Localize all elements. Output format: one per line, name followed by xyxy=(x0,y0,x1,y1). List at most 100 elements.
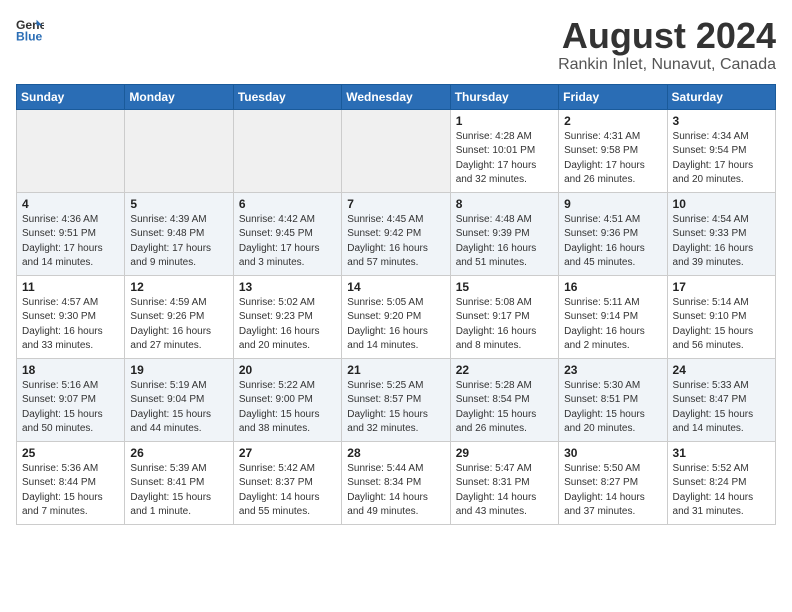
day-number: 16 xyxy=(564,280,661,294)
day-info: Sunrise: 4:31 AM Sunset: 9:58 PM Dayligh… xyxy=(564,130,661,188)
day-number: 10 xyxy=(673,197,770,211)
calendar-cell: 7 Sunrise: 4:45 AM Sunset: 9:42 PM Daylig… xyxy=(342,192,450,275)
day-info: Sunrise: 4:57 AM Sunset: 9:30 PM Dayligh… xyxy=(22,296,119,354)
day-info: Sunrise: 5:39 AM Sunset: 8:41 PM Dayligh… xyxy=(130,462,227,520)
day-info: Sunrise: 4:42 AM Sunset: 9:45 PM Dayligh… xyxy=(239,213,336,271)
calendar-cell: 10 Sunrise: 4:54 AM Sunset: 9:33 PM Dayli… xyxy=(667,192,775,275)
calendar-cell: 20Sunrise: 5:22 AM Sunset: 9:00 PM Dayli… xyxy=(233,358,341,441)
calendar-cell: 15 Sunrise: 5:08 AM Sunset: 9:17 PM Dayli… xyxy=(450,275,558,358)
weekday-header-wednesday: Wednesday xyxy=(342,84,450,109)
title-block: August 2024 Rankin Inlet, Nunavut, Canad… xyxy=(558,16,776,74)
calendar-cell: 4Sunrise: 4:36 AM Sunset: 9:51 PM Daylig… xyxy=(17,192,125,275)
day-number: 29 xyxy=(456,446,553,460)
day-number: 17 xyxy=(673,280,770,294)
day-info: Sunrise: 5:42 AM Sunset: 8:37 PM Dayligh… xyxy=(239,462,336,520)
day-number: 6 xyxy=(239,197,336,211)
month-title: August 2024 xyxy=(558,16,776,56)
day-info: Sunrise: 5:22 AM Sunset: 9:00 PM Dayligh… xyxy=(239,379,336,437)
day-number: 1 xyxy=(456,114,553,128)
calendar-cell: 9Sunrise: 4:51 AM Sunset: 9:36 PM Daylig… xyxy=(559,192,667,275)
day-info: Sunrise: 5:25 AM Sunset: 8:57 PM Dayligh… xyxy=(347,379,444,437)
calendar-cell: 11Sunrise: 4:57 AM Sunset: 9:30 PM Dayli… xyxy=(17,275,125,358)
day-info: Sunrise: 4:54 AM Sunset: 9:33 PM Dayligh… xyxy=(673,213,770,271)
day-info: Sunrise: 4:48 AM Sunset: 9:39 PM Dayligh… xyxy=(456,213,553,271)
day-number: 3 xyxy=(673,114,770,128)
calendar-cell: 26 Sunrise: 5:39 AM Sunset: 8:41 PM Dayli… xyxy=(125,441,233,524)
calendar-row-5: 25 Sunrise: 5:36 AM Sunset: 8:44 PM Dayli… xyxy=(17,441,776,524)
day-info: Sunrise: 4:59 AM Sunset: 9:26 PM Dayligh… xyxy=(130,296,227,354)
day-number: 24 xyxy=(673,363,770,377)
day-info: Sunrise: 5:33 AM Sunset: 8:47 PM Dayligh… xyxy=(673,379,770,437)
day-info: Sunrise: 4:51 AM Sunset: 9:36 PM Dayligh… xyxy=(564,213,661,271)
calendar-cell: 16Sunrise: 5:11 AM Sunset: 9:14 PM Dayli… xyxy=(559,275,667,358)
logo: General Blue xyxy=(16,16,44,44)
calendar-cell: 13 Sunrise: 5:02 AM Sunset: 9:23 PM Dayli… xyxy=(233,275,341,358)
calendar-cell: 23Sunrise: 5:30 AM Sunset: 8:51 PM Dayli… xyxy=(559,358,667,441)
calendar-cell: 19 Sunrise: 5:19 AM Sunset: 9:04 PM Dayli… xyxy=(125,358,233,441)
day-info: Sunrise: 5:16 AM Sunset: 9:07 PM Dayligh… xyxy=(22,379,119,437)
calendar-row-1: 1 Sunrise: 4:28 AM Sunset: 10:01 PM Dayli… xyxy=(17,109,776,192)
calendar-cell: 29Sunrise: 5:47 AM Sunset: 8:31 PM Dayli… xyxy=(450,441,558,524)
day-number: 13 xyxy=(239,280,336,294)
day-number: 5 xyxy=(130,197,227,211)
day-info: Sunrise: 5:02 AM Sunset: 9:23 PM Dayligh… xyxy=(239,296,336,354)
weekday-header-friday: Friday xyxy=(559,84,667,109)
calendar-cell: 3 Sunrise: 4:34 AM Sunset: 9:54 PM Daylig… xyxy=(667,109,775,192)
weekday-header-sunday: Sunday xyxy=(17,84,125,109)
day-number: 31 xyxy=(673,446,770,460)
day-info: Sunrise: 5:36 AM Sunset: 8:44 PM Dayligh… xyxy=(22,462,119,520)
calendar-cell: 25 Sunrise: 5:36 AM Sunset: 8:44 PM Dayli… xyxy=(17,441,125,524)
day-info: Sunrise: 5:19 AM Sunset: 9:04 PM Dayligh… xyxy=(130,379,227,437)
calendar-cell: 8Sunrise: 4:48 AM Sunset: 9:39 PM Daylig… xyxy=(450,192,558,275)
day-number: 21 xyxy=(347,363,444,377)
day-number: 25 xyxy=(22,446,119,460)
day-number: 27 xyxy=(239,446,336,460)
weekday-header-saturday: Saturday xyxy=(667,84,775,109)
location-title: Rankin Inlet, Nunavut, Canada xyxy=(558,56,776,74)
calendar-cell: 30Sunrise: 5:50 AM Sunset: 8:27 PM Dayli… xyxy=(559,441,667,524)
calendar-cell xyxy=(342,109,450,192)
day-info: Sunrise: 4:45 AM Sunset: 9:42 PM Dayligh… xyxy=(347,213,444,271)
calendar-cell: 12 Sunrise: 4:59 AM Sunset: 9:26 PM Dayli… xyxy=(125,275,233,358)
day-number: 19 xyxy=(130,363,227,377)
day-info: Sunrise: 5:50 AM Sunset: 8:27 PM Dayligh… xyxy=(564,462,661,520)
calendar-cell: 21 Sunrise: 5:25 AM Sunset: 8:57 PM Dayli… xyxy=(342,358,450,441)
calendar-cell: 1 Sunrise: 4:28 AM Sunset: 10:01 PM Dayli… xyxy=(450,109,558,192)
day-info: Sunrise: 5:14 AM Sunset: 9:10 PM Dayligh… xyxy=(673,296,770,354)
calendar-cell xyxy=(17,109,125,192)
day-info: Sunrise: 5:05 AM Sunset: 9:20 PM Dayligh… xyxy=(347,296,444,354)
day-info: Sunrise: 4:34 AM Sunset: 9:54 PM Dayligh… xyxy=(673,130,770,188)
day-info: Sunrise: 4:36 AM Sunset: 9:51 PM Dayligh… xyxy=(22,213,119,271)
day-number: 26 xyxy=(130,446,227,460)
weekday-header-thursday: Thursday xyxy=(450,84,558,109)
calendar-cell: 18Sunrise: 5:16 AM Sunset: 9:07 PM Dayli… xyxy=(17,358,125,441)
calendar-cell: 14Sunrise: 5:05 AM Sunset: 9:20 PM Dayli… xyxy=(342,275,450,358)
day-info: Sunrise: 4:39 AM Sunset: 9:48 PM Dayligh… xyxy=(130,213,227,271)
day-number: 15 xyxy=(456,280,553,294)
calendar-cell xyxy=(125,109,233,192)
weekday-header-monday: Monday xyxy=(125,84,233,109)
day-number: 22 xyxy=(456,363,553,377)
day-number: 28 xyxy=(347,446,444,460)
calendar-cell: 24 Sunrise: 5:33 AM Sunset: 8:47 PM Dayli… xyxy=(667,358,775,441)
weekday-header-tuesday: Tuesday xyxy=(233,84,341,109)
svg-text:Blue: Blue xyxy=(16,29,43,43)
page-header: General Blue August 2024 Rankin Inlet, N… xyxy=(16,16,776,74)
day-info: Sunrise: 5:52 AM Sunset: 8:24 PM Dayligh… xyxy=(673,462,770,520)
calendar-header-row: SundayMondayTuesdayWednesdayThursdayFrid… xyxy=(17,84,776,109)
calendar-cell: 28 Sunrise: 5:44 AM Sunset: 8:34 PM Dayli… xyxy=(342,441,450,524)
day-number: 12 xyxy=(130,280,227,294)
calendar-cell: 31 Sunrise: 5:52 AM Sunset: 8:24 PM Dayli… xyxy=(667,441,775,524)
day-info: Sunrise: 5:08 AM Sunset: 9:17 PM Dayligh… xyxy=(456,296,553,354)
calendar-cell: 5 Sunrise: 4:39 AM Sunset: 9:48 PM Daylig… xyxy=(125,192,233,275)
calendar-cell xyxy=(233,109,341,192)
day-info: Sunrise: 5:28 AM Sunset: 8:54 PM Dayligh… xyxy=(456,379,553,437)
calendar-cell: 17 Sunrise: 5:14 AM Sunset: 9:10 PM Dayli… xyxy=(667,275,775,358)
day-info: Sunrise: 4:28 AM Sunset: 10:01 PM Daylig… xyxy=(456,130,553,188)
calendar-table: SundayMondayTuesdayWednesdayThursdayFrid… xyxy=(16,84,776,525)
day-info: Sunrise: 5:30 AM Sunset: 8:51 PM Dayligh… xyxy=(564,379,661,437)
calendar-cell: 27 Sunrise: 5:42 AM Sunset: 8:37 PM Dayli… xyxy=(233,441,341,524)
day-info: Sunrise: 5:44 AM Sunset: 8:34 PM Dayligh… xyxy=(347,462,444,520)
calendar-row-4: 18Sunrise: 5:16 AM Sunset: 9:07 PM Dayli… xyxy=(17,358,776,441)
day-number: 7 xyxy=(347,197,444,211)
